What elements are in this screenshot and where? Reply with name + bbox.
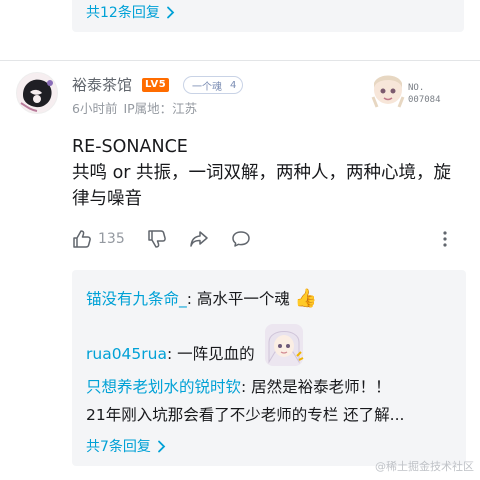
reply-item[interactable]: 只想养老划水的锐时钦: 居然是裕泰老师！！ (86, 376, 391, 398)
reply-button[interactable] (231, 229, 251, 249)
more-vertical-icon (443, 231, 447, 247)
comment-content: RE-SONANCE 共鸣 or 共振，一词双解，两种人，两种心境，旋 律与噪音 (72, 134, 468, 212)
like-count: 135 (98, 231, 125, 247)
reply-username[interactable]: 只想养老划水的锐时钦 (86, 378, 241, 396)
comment-line: RE-SONANCE (72, 137, 188, 157)
previous-view-replies-link[interactable]: 共12条回复 (86, 2, 175, 22)
view-replies-link[interactable]: 共7条回复 (86, 436, 166, 456)
reply-item[interactable]: 锚没有九条命_: 高水平一个魂 👍 (86, 288, 317, 310)
reply-username[interactable]: 锚没有九条命_ (86, 290, 187, 308)
reply-username[interactable]: rua045rua (86, 343, 167, 365)
comment-actions: 135 (72, 228, 452, 250)
comment-line: 律与噪音 (72, 189, 142, 209)
watermark: @稀土掘金技术社区 (375, 460, 474, 473)
avatar[interactable] (16, 72, 58, 114)
comment-time: 6小时前 (72, 101, 118, 116)
replies-box: 锚没有九条命_: 高水平一个魂 👍 rua045rua: 一阵见血的 只想养老划… (72, 270, 466, 466)
comment-meta: 6小时前 IP属地：江苏 (72, 98, 197, 117)
previous-replies-box: 共12条回复 (72, 0, 464, 32)
share-icon (189, 231, 208, 247)
reply-text: : 居然是裕泰老师！！ (241, 378, 391, 396)
fan-medal-name: 一个魂 (192, 81, 222, 93)
comment-bubble-icon (231, 231, 250, 247)
anime-girl-sticker-icon (264, 324, 304, 366)
share-button[interactable] (189, 229, 209, 249)
avatar-image (17, 73, 57, 113)
chevron-right-icon (158, 440, 166, 452)
comment-username[interactable]: 裕泰茶馆 (72, 74, 132, 95)
like-button[interactable]: 135 (72, 229, 125, 249)
comment-line: 共鸣 or 共振，一词双解，两种人，两种心境，旋 (72, 163, 452, 183)
level-badge: LV5 (142, 78, 170, 92)
fan-medal-level: 4 (230, 79, 237, 91)
thumbs-up-icon (73, 230, 91, 248)
decoration-number: NO. 007084 (408, 83, 441, 105)
reply-item[interactable]: rua045rua: 一阵见血的 (86, 324, 307, 368)
reply-text: 21年刚入坑那会看了不少老师的专栏 还了解... (86, 406, 405, 424)
dislike-button[interactable] (147, 229, 167, 249)
decoration-character-icon (371, 75, 405, 108)
more-options-button[interactable] (442, 230, 448, 252)
thumbs-up-emoji-icon: 👍 (294, 288, 318, 309)
reply-text: : 高水平一个魂 (186, 290, 290, 308)
reply-item-continuation: 21年刚入坑那会看了不少老师的专栏 还了解... (86, 404, 404, 426)
thumbs-down-icon (147, 230, 166, 248)
comment-divider (0, 60, 480, 61)
chevron-right-icon (166, 6, 175, 18)
comment-ip-location: IP属地：江苏 (123, 101, 198, 116)
reply-text: : 一阵见血的 (166, 345, 255, 363)
fan-medal-badge[interactable]: 一个魂 4 (183, 76, 244, 94)
